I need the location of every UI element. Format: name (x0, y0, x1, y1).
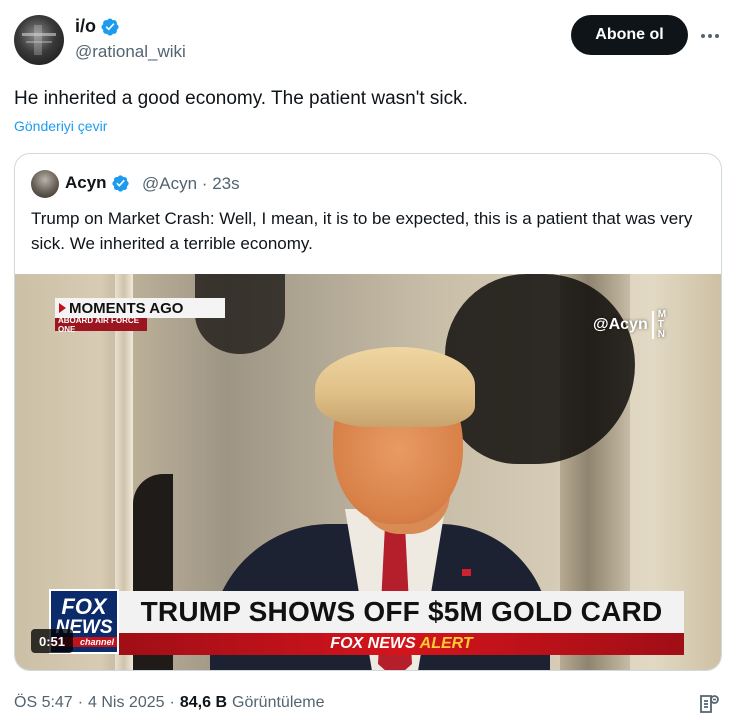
author-avatar[interactable] (14, 15, 64, 65)
video-player[interactable]: MOMENTS AGO ABOARD AIR FORCE ONE @Acyn M… (15, 274, 721, 670)
person-hair (315, 347, 475, 427)
tweet-text: He inherited a good economy. The patient… (14, 88, 468, 109)
views-label: Görüntüleme (232, 694, 325, 711)
play-triangle-icon (59, 303, 66, 313)
news-alert-bar: FOX NEWS ALERT (119, 633, 684, 655)
post-time[interactable]: ÖS 5:47 (14, 694, 73, 712)
meta-separator: · (77, 694, 84, 711)
tweet-meta-footer: ÖS 5:47 · 4 Nis 2025 · 84,6 B Görüntülem… (14, 694, 325, 712)
video-duration-badge: 0:51 (31, 629, 74, 653)
video-watermark: @Acyn M T N (593, 310, 666, 340)
post-date[interactable]: 4 Nis 2025 (88, 694, 165, 712)
views-count: 84,6 B (179, 694, 227, 711)
translate-post-link[interactable]: Gönderiyi çevir (14, 118, 107, 134)
flag-pin-icon (462, 569, 471, 576)
meta-separator: · (169, 694, 175, 711)
meta-separator: · (201, 174, 208, 193)
quoted-author-avatar[interactable] (31, 170, 59, 198)
watermark-stack: M T N (658, 310, 666, 340)
moments-label: MOMENTS AGO (69, 299, 184, 317)
news-chyron: TRUMP SHOWS OFF $5M GOLD CARD (119, 591, 684, 633)
alert-brand: FOX NEWS (330, 635, 416, 652)
verified-badge-icon (111, 174, 129, 192)
quoted-meta: @Acyn · 23s (142, 174, 240, 194)
quoted-author-name[interactable]: Acyn (65, 173, 107, 193)
quoted-author-name-row[interactable]: Acyn (65, 173, 130, 193)
location-label: ABOARD AIR FORCE ONE (55, 316, 147, 334)
follow-button[interactable]: Abone ol (571, 15, 688, 55)
watermark-handle: @Acyn (593, 316, 648, 333)
author-name[interactable]: i/o (75, 16, 96, 37)
watermark-letter: N (657, 329, 665, 340)
quoted-timestamp[interactable]: 23s (212, 174, 239, 193)
quoted-tweet-text: Trump on Market Crash: Well, I mean, it … (31, 209, 693, 253)
more-options-icon[interactable] (697, 24, 723, 48)
post-analytics-icon[interactable] (697, 692, 721, 716)
quoted-tweet-card[interactable]: Acyn @Acyn · 23s Trump on Market Crash: … (14, 153, 722, 671)
alert-word: ALERT (419, 635, 473, 652)
quoted-author-handle[interactable]: @Acyn (142, 174, 197, 193)
author-handle[interactable]: @rational_wiki (75, 42, 186, 62)
author-name-row[interactable]: i/o (75, 16, 120, 37)
verified-badge-icon (101, 17, 119, 36)
